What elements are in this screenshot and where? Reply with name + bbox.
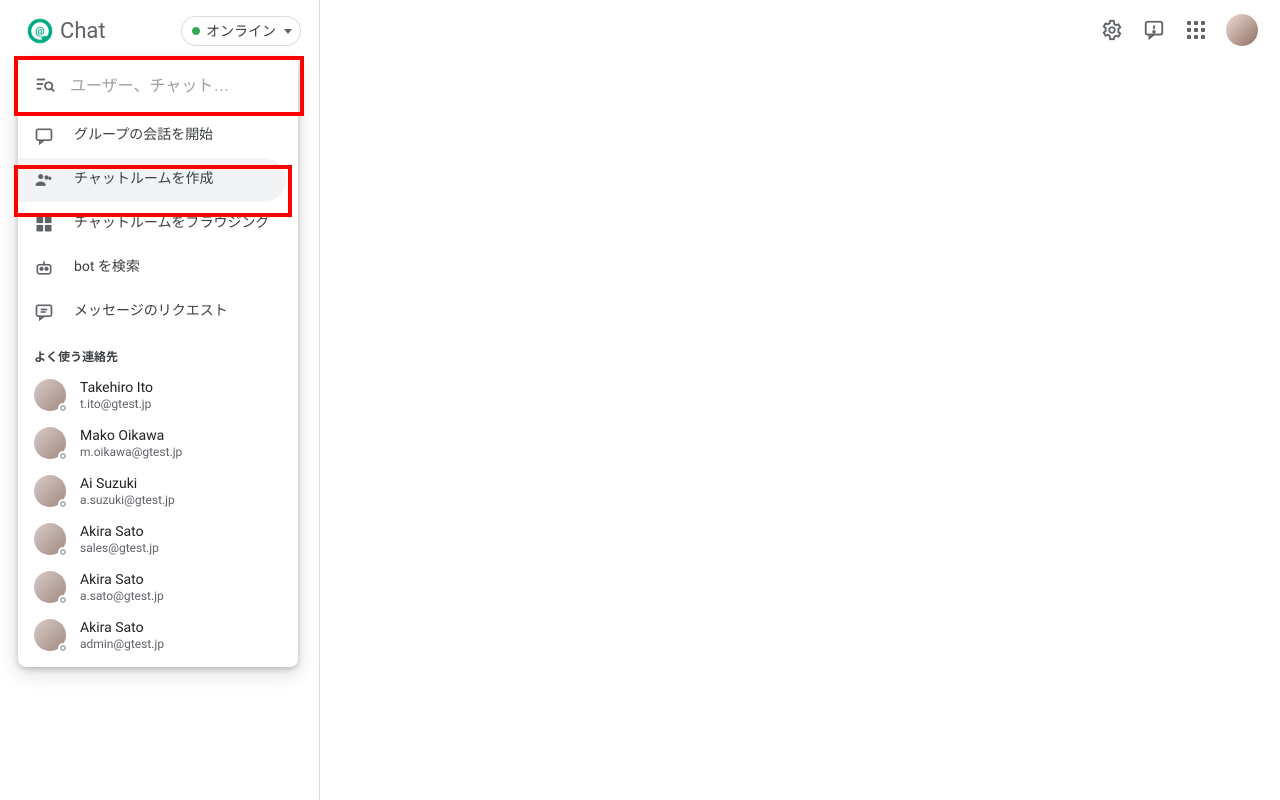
presence-idle-icon [58,499,68,509]
contact-name: Mako Oikawa [80,428,182,444]
contact-item[interactable]: Akira Sato sales@gtest.jp [18,515,298,563]
status-label: オンライン [206,21,276,41]
browse-rooms-icon [34,214,54,234]
contact-email: sales@gtest.jp [80,541,159,555]
group-add-icon [34,170,54,190]
app-title: Chat [60,19,106,44]
menu-create-chat-room[interactable]: チャットルームを作成 [18,158,286,202]
avatar [34,379,66,411]
menu-message-requests[interactable]: メッセージのリクエスト [18,290,298,334]
contact-email: a.suzuki@gtest.jp [80,493,175,507]
contact-item[interactable]: Akira Sato admin@gtest.jp [18,611,298,659]
menu-label: メッセージのリクエスト [74,302,282,322]
avatar [34,475,66,507]
apps-grid-icon[interactable] [1184,18,1208,42]
svg-text:@: @ [35,25,44,38]
search-input[interactable] [70,78,284,96]
message-request-icon [34,302,54,322]
menu-label: チャットルームを作成 [74,170,270,190]
contact-name: Takehiro Ito [80,380,153,396]
contact-name: Akira Sato [80,572,164,588]
sidebar: @ Chat オンライン [0,0,320,800]
menu-search-bot[interactable]: bot を検索 [18,246,298,290]
menu-browse-chat-rooms[interactable]: チャットルームをブラウジング [18,202,298,246]
contact-name: Akira Sato [80,524,159,540]
contact-item[interactable]: Akira Sato a.sato@gtest.jp [18,563,298,611]
presence-idle-icon [58,643,68,653]
avatar [34,427,66,459]
contact-name: Akira Sato [80,620,164,636]
contact-email: admin@gtest.jp [80,637,164,651]
avatar [34,571,66,603]
contact-item[interactable]: Takehiro Ito t.ito@gtest.jp [18,371,298,419]
menu-label: グループの会話を開始 [74,126,282,146]
frequent-contacts-heading: よく使う連絡先 [18,334,298,371]
contact-item[interactable]: Mako Oikawa m.oikawa@gtest.jp [18,419,298,467]
contact-email: a.sato@gtest.jp [80,589,164,603]
app-logo[interactable]: @ Chat [26,17,106,45]
avatar [34,523,66,555]
contact-item[interactable]: Ai Suzuki a.suzuki@gtest.jp [18,467,298,515]
menu-label: チャットルームをブラウジング [74,214,282,234]
presence-idle-icon [58,547,68,557]
search-row [18,58,298,114]
presence-dot-icon [192,27,200,35]
search-dropdown-panel: グループの会話を開始 チャットルームを作成 チャットルームをブラウジング bot… [18,58,298,667]
bot-icon [34,258,54,278]
menu-start-group-conversation[interactable]: グループの会話を開始 [18,114,298,158]
chevron-down-icon [284,29,292,34]
avatar [34,619,66,651]
chat-bubble-icon [34,126,54,146]
presence-idle-icon [58,595,68,605]
presence-idle-icon [58,451,68,461]
feedback-icon[interactable] [1142,18,1166,42]
top-right-actions [1078,0,1280,60]
profile-avatar[interactable] [1226,14,1258,46]
contact-email: t.ito@gtest.jp [80,397,153,411]
chat-logo-icon: @ [26,17,54,45]
contact-name: Ai Suzuki [80,476,175,492]
status-chip[interactable]: オンライン [181,16,301,46]
menu-label: bot を検索 [74,258,282,278]
presence-idle-icon [58,403,68,413]
search-list-icon [34,74,56,100]
settings-icon[interactable] [1100,18,1124,42]
sidebar-header: @ Chat オンライン [0,12,319,58]
contact-email: m.oikawa@gtest.jp [80,445,182,459]
